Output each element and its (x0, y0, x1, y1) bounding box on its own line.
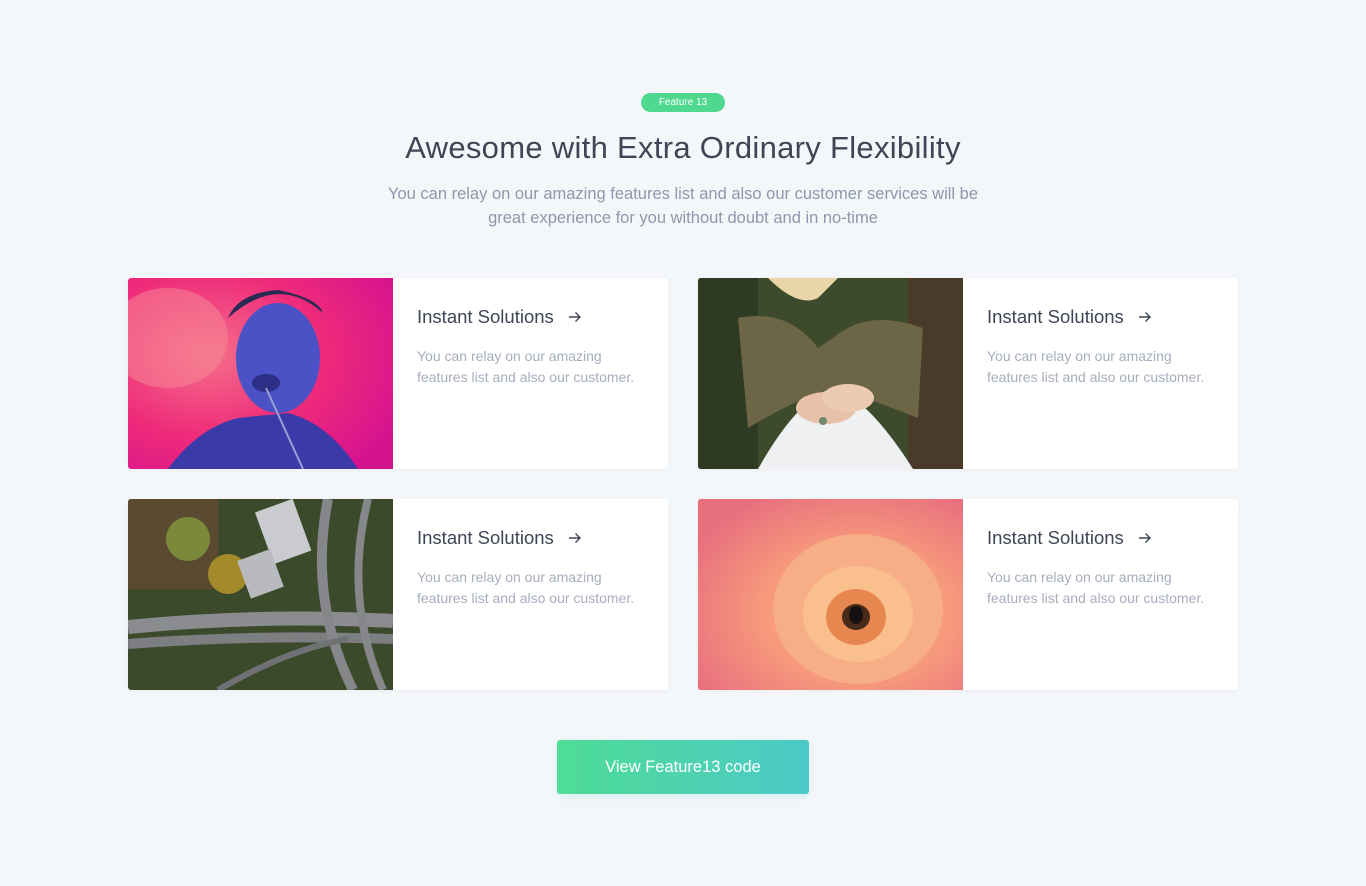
arrow-right-icon (568, 312, 581, 322)
feature-badge: Feature 13 (641, 93, 725, 112)
arrow-right-icon (1138, 533, 1151, 543)
card-title: Instant Solutions (417, 306, 554, 327)
feature-card: Instant Solutions You can relay on our a… (698, 499, 1238, 690)
card-description: You can relay on our amazing features li… (417, 348, 635, 385)
arrow-right-icon (1138, 312, 1151, 322)
feature-card: Instant Solutions You can relay on our a… (128, 278, 668, 469)
woman-hands-rings-photo (698, 278, 963, 469)
card-title-link[interactable]: Instant Solutions (987, 306, 1217, 328)
feature-card: Instant Solutions You can relay on our a… (128, 499, 668, 690)
feature-card: Instant Solutions You can relay on our a… (698, 278, 1238, 469)
card-description: You can relay on our amazing features li… (417, 569, 635, 606)
aerial-highway-photo (128, 499, 393, 690)
section-subtitle: You can relay on our amazing features li… (387, 185, 979, 227)
card-title-link[interactable]: Instant Solutions (987, 527, 1217, 549)
orange-rose-with-bee-photo (698, 499, 963, 690)
card-title: Instant Solutions (987, 306, 1124, 327)
arrow-right-icon (568, 533, 581, 543)
section-title: Awesome with Extra Ordinary Flexibility (405, 130, 961, 165)
card-title-link[interactable]: Instant Solutions (417, 527, 647, 549)
card-title: Instant Solutions (987, 527, 1124, 548)
card-title-link[interactable]: Instant Solutions (417, 306, 647, 328)
card-description: You can relay on our amazing features li… (987, 569, 1205, 606)
view-code-button[interactable]: View Feature13 code (557, 740, 809, 794)
card-description: You can relay on our amazing features li… (987, 348, 1205, 385)
man-with-blue-paint-photo (128, 278, 393, 469)
card-title: Instant Solutions (417, 527, 554, 548)
